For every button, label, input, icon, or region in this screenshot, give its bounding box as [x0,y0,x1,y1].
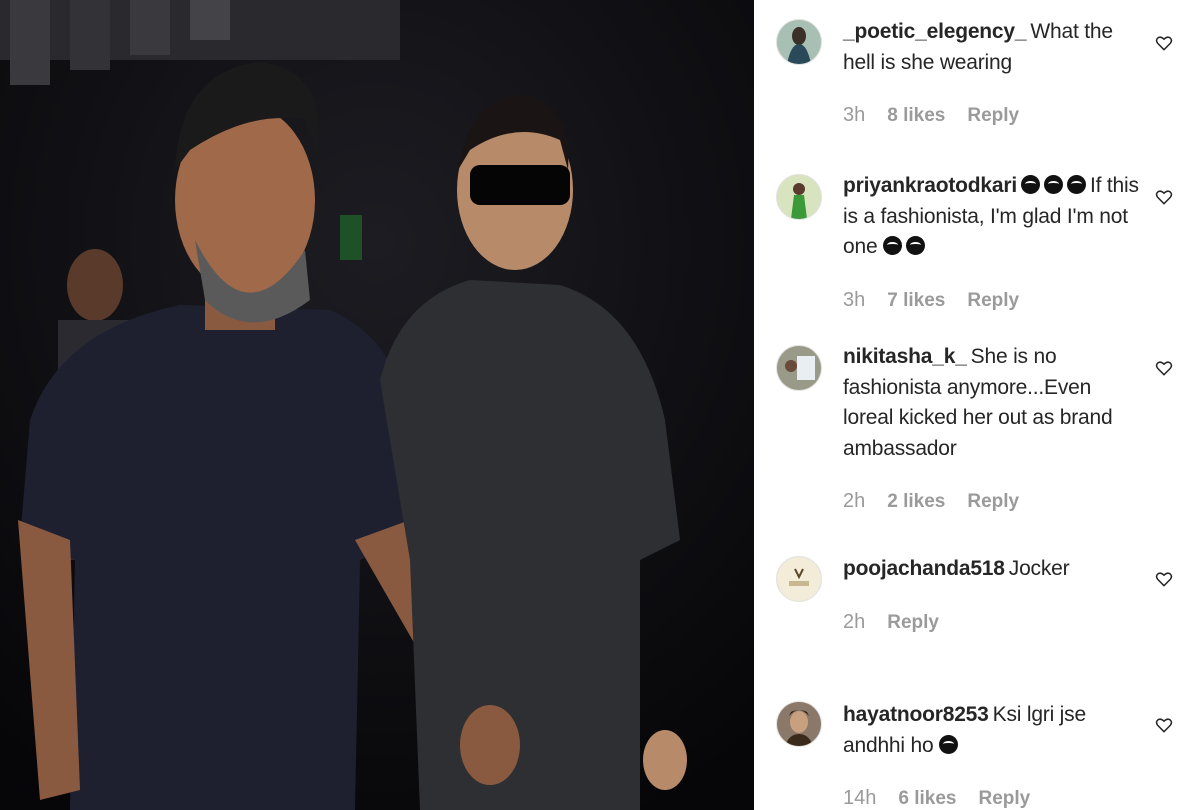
post-photo [0,0,754,810]
comments-panel: _poetic_elegency_ What the hell is she we… [754,0,1200,810]
avatar[interactable] [776,556,822,602]
emoji-icon [883,236,903,255]
comment-text: priyankraotodkari If this is a fashionist… [843,171,1143,263]
heart-icon[interactable] [1154,33,1174,53]
comment-meta: 3h 8 likes Reply [843,104,1019,127]
emoji-icon [1044,175,1063,194]
comment-likes[interactable]: 6 likes [898,788,956,809]
heart-icon[interactable] [1154,358,1174,378]
comment-text: nikitasha_k_ She is no fashionista anymor… [843,342,1143,464]
reply-button[interactable]: Reply [887,612,939,633]
comment-likes[interactable]: 2 likes [887,491,945,512]
comment-username[interactable]: _poetic_elegency_ [843,20,1027,43]
comment-likes[interactable]: 8 likes [887,105,945,126]
comment-time[interactable]: 14h [843,787,876,809]
comment-time[interactable]: 3h [843,104,865,126]
avatar[interactable] [776,345,822,391]
comment-username[interactable]: nikitasha_k_ [843,345,967,368]
avatar[interactable] [776,19,822,65]
comment-meta: 2h Reply [843,611,939,634]
reply-button[interactable]: Reply [967,290,1019,311]
avatar-image [777,346,821,390]
avatar[interactable] [776,174,822,220]
photo-illustration [0,0,754,810]
heart-icon[interactable] [1154,187,1174,207]
comment-time[interactable]: 3h [843,289,865,311]
emoji-icon [906,236,926,255]
comment-username[interactable]: poojachanda518 [843,557,1005,580]
comment-username[interactable]: hayatnoor8253 [843,703,989,726]
comment-meta: 14h 6 likes Reply [843,787,1030,810]
avatar-image [777,702,821,746]
comment-text: _poetic_elegency_ What the hell is she we… [843,17,1143,78]
emoji-icon [1067,175,1086,194]
comment-username[interactable]: priyankraotodkari [843,174,1017,197]
emoji-icon [1021,175,1040,194]
comment-time[interactable]: 2h [843,611,865,633]
avatar-image [777,557,821,601]
emoji-icon [939,734,959,754]
comment-time[interactable]: 2h [843,490,865,512]
reply-button[interactable]: Reply [978,788,1030,809]
comment-text: poojachanda518 Jocker [843,554,1143,585]
comment-meta: 2h 2 likes Reply [843,490,1019,513]
comment-body: Jocker [1008,557,1070,580]
reply-button[interactable]: Reply [967,105,1019,126]
comment-likes[interactable]: 7 likes [887,290,945,311]
comment-text: hayatnoor8253 Ksi lgri jse andhhi ho [843,700,1143,761]
heart-icon[interactable] [1154,715,1174,735]
avatar[interactable] [776,701,822,747]
heart-icon[interactable] [1154,569,1174,589]
avatar-image [777,20,821,64]
comment-meta: 3h 7 likes Reply [843,289,1019,312]
reply-button[interactable]: Reply [967,491,1019,512]
avatar-image [777,175,821,219]
